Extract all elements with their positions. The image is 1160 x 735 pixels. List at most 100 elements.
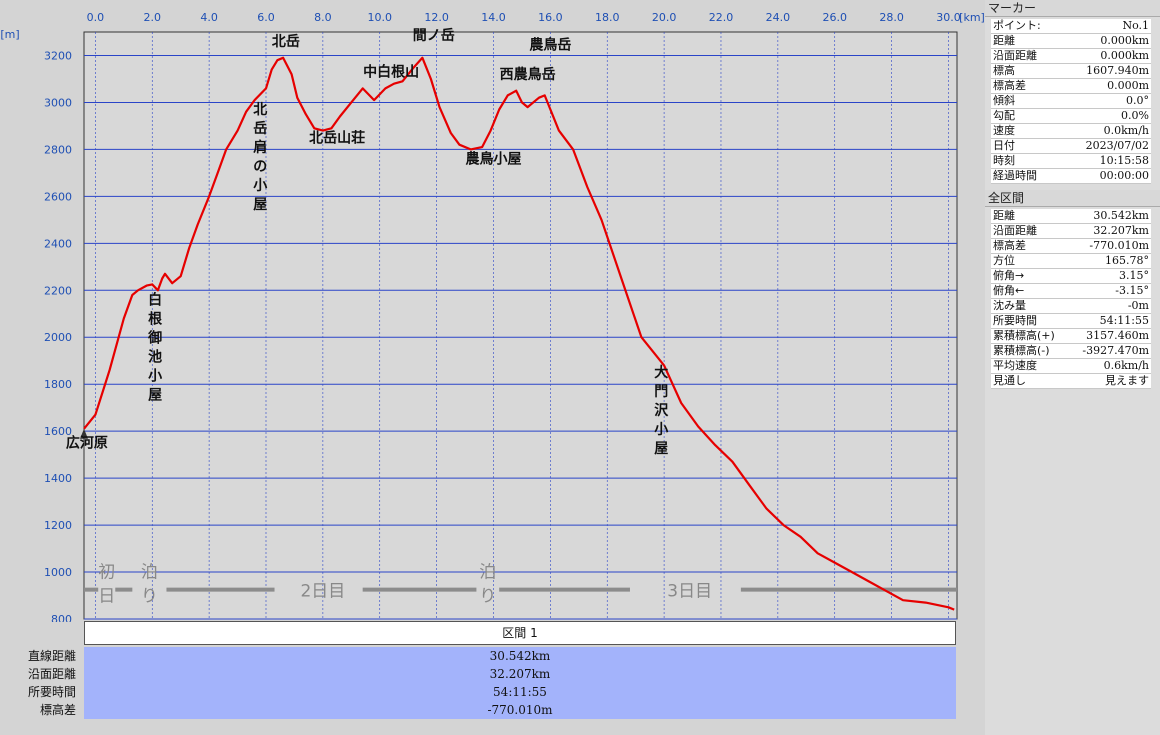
marker-panel-value: 0.000km — [1060, 48, 1151, 64]
elevation-profile-chart[interactable]: 0.0 2.0 4.0 6.0 8.0 10.0 12.0 14.0 16.0 18.0 20.0 2… — [0, 0, 985, 622]
marker-panel-key: 沿面距離 — [991, 48, 1061, 64]
section-panel-value: 3157.460m — [1068, 328, 1151, 344]
y-tick-label: 3200 — [44, 49, 72, 62]
plot-area — [83, 31, 958, 620]
section-panel-row: 俯角→ 3.15° — [991, 268, 1151, 284]
section-panel-row: 累積標高(+) 3157.460m — [991, 328, 1151, 344]
marker-panel-row: 日付 2023/07/02 — [991, 138, 1151, 154]
x-tick-label: 14.0 — [481, 11, 506, 24]
section-panel-row: 平均速度 0.6km/h — [991, 358, 1151, 374]
x-tick-label: 22.0 — [709, 11, 734, 24]
summary-row-elevation-diff: 標高差 -770.010m — [0, 701, 985, 719]
x-tick-label: 18.0 — [595, 11, 620, 24]
marker-panel-value: 00:00:00 — [1060, 168, 1151, 184]
y-tick-label: 2000 — [44, 331, 72, 344]
section-panel-value: 32.207km — [1068, 223, 1151, 239]
section-header[interactable]: 区間 1 — [84, 621, 956, 645]
x-tick-label: 2.0 — [143, 11, 161, 24]
marker-panel-row: 標高差 0.000m — [991, 78, 1151, 94]
marker-panel-key: 速度 — [991, 123, 1061, 139]
section-panel-value: 0.6km/h — [1068, 358, 1151, 374]
marker-panel-key: ポイント: — [991, 19, 1061, 34]
section-panel-key: 俯角← — [991, 283, 1069, 299]
section-panel-value: -770.010m — [1068, 238, 1151, 254]
marker-panel-value: 0.0% — [1060, 108, 1151, 124]
x-unit-label: [km] — [959, 11, 985, 24]
section-panel-key: 沈み量 — [991, 298, 1069, 314]
annotation-label: 農鳥岳 — [529, 37, 571, 54]
marker-panel-row: 傾斜 0.0° — [991, 93, 1151, 109]
x-tick-label: 0.0 — [87, 11, 105, 24]
marker-panel-row: 勾配 0.0% — [991, 108, 1151, 124]
marker-panel-row: 沿面距離 0.000km — [991, 48, 1151, 64]
section-panel-row: 標高差 -770.010m — [991, 238, 1151, 254]
section-panel-row: 俯角← -3.15° — [991, 283, 1151, 299]
section-panel-key: 方位 — [991, 253, 1069, 269]
section-panel-row: 所要時間 54:11:55 — [991, 313, 1151, 329]
section-table: 距離 30.542km 沿面距離 32.207km 標高差 -770.010m 方位 165.… — [991, 209, 1151, 389]
annotation-label: 北岳山荘 — [309, 129, 365, 146]
summary-label: 所要時間 — [27, 685, 76, 699]
y-tick-label: 2400 — [44, 237, 72, 250]
annotation-label: 北岳 — [272, 33, 300, 50]
section-panel-value: 30.542km — [1068, 209, 1151, 224]
summary-row-surface-distance: 沿面距離 32.207km — [0, 665, 985, 683]
summary-value: -770.010m — [84, 701, 956, 719]
marker-panel-value: 10:15:58 — [1060, 153, 1151, 169]
section-panel-value: 3.15° — [1068, 268, 1151, 284]
marker-panel-row: 距離 0.000km — [991, 33, 1151, 49]
section-panel-value: -3927.470m — [1068, 343, 1151, 359]
marker-panel-value: 0.0km/h — [1060, 123, 1151, 139]
annotation-label: 西農鳥岳 — [500, 66, 556, 83]
section-panel-value: 165.78° — [1068, 253, 1151, 269]
section-panel-title: 全区間 — [985, 190, 1160, 207]
y-tick-label: 2600 — [44, 190, 72, 203]
section-panel-key: 累積標高(+) — [991, 328, 1069, 344]
section-panel-row: 見通し 見えます — [991, 373, 1151, 389]
x-tick-label: 24.0 — [766, 11, 791, 24]
annotation-label: 間ノ岳 — [413, 27, 455, 44]
marker-panel-row: 時刻 10:15:58 — [991, 153, 1151, 169]
summary-row-straight-distance: 直線距離 30.542km — [0, 647, 985, 665]
section-panel-value: 54:11:55 — [1068, 313, 1151, 329]
y-unit-label: [m] — [0, 28, 19, 41]
x-tick-label: 10.0 — [367, 11, 392, 24]
summary-value: 54:11:55 — [84, 683, 956, 701]
section-panel-row: 距離 30.542km — [991, 209, 1151, 224]
y-tick-label: 1200 — [44, 519, 72, 532]
section-panel-row: 累積標高(-) -3927.470m — [991, 343, 1151, 359]
summary-row-duration: 所要時間 54:11:55 — [0, 683, 985, 701]
marker-panel-value: 0.000m — [1060, 78, 1151, 94]
x-tick-label: 30.0 — [936, 11, 961, 24]
section-panel-key: 見通し — [991, 373, 1069, 389]
annotation-label-vertical: 大門沢小屋 — [654, 364, 669, 457]
stage-label: 2日目 — [300, 582, 345, 602]
section-panel-key: 平均速度 — [991, 358, 1069, 374]
y-tick-label: 1400 — [44, 472, 72, 485]
marker-panel-key: 経過時間 — [991, 168, 1061, 184]
stage-label: 3日目 — [667, 582, 712, 602]
annotation-label: 農鳥小屋 — [465, 150, 521, 167]
y-tick-label: 1800 — [44, 378, 72, 391]
marker-panel-value: 1607.940m — [1060, 63, 1151, 79]
marker-panel-row: 標高 1607.940m — [991, 63, 1151, 79]
marker-panel-title: マーカー — [985, 0, 1160, 17]
summary-label: 沿面距離 — [27, 667, 76, 681]
marker-panel-row: ポイント: No.1 — [991, 19, 1151, 34]
section-panel-row: 沈み量 -0m — [991, 298, 1151, 314]
marker-panel-key: 標高差 — [991, 78, 1061, 94]
info-sidebar: マーカー ポイント: No.1 距離 0.000km 沿面距離 0.000km 標高 1607… — [985, 0, 1160, 735]
marker-panel-key: 日付 — [991, 138, 1061, 154]
section-panel-key: 累積標高(-) — [991, 343, 1069, 359]
marker-panel-key: 勾配 — [991, 108, 1061, 124]
section-panel-key: 距離 — [991, 209, 1069, 224]
annotation-label: 中白根山 — [363, 64, 419, 81]
y-tick-label: 1000 — [44, 566, 72, 579]
x-tick-label: 20.0 — [652, 11, 677, 24]
summary-value: 32.207km — [84, 665, 956, 683]
marker-table: ポイント: No.1 距離 0.000km 沿面距離 0.000km 標高 1607.940m… — [991, 19, 1151, 184]
summary-value: 30.542km — [84, 647, 956, 665]
marker-panel-row: 速度 0.0km/h — [991, 123, 1151, 139]
marker-panel-value: 0.0° — [1060, 93, 1151, 109]
marker-panel-value: 0.000km — [1060, 33, 1151, 49]
